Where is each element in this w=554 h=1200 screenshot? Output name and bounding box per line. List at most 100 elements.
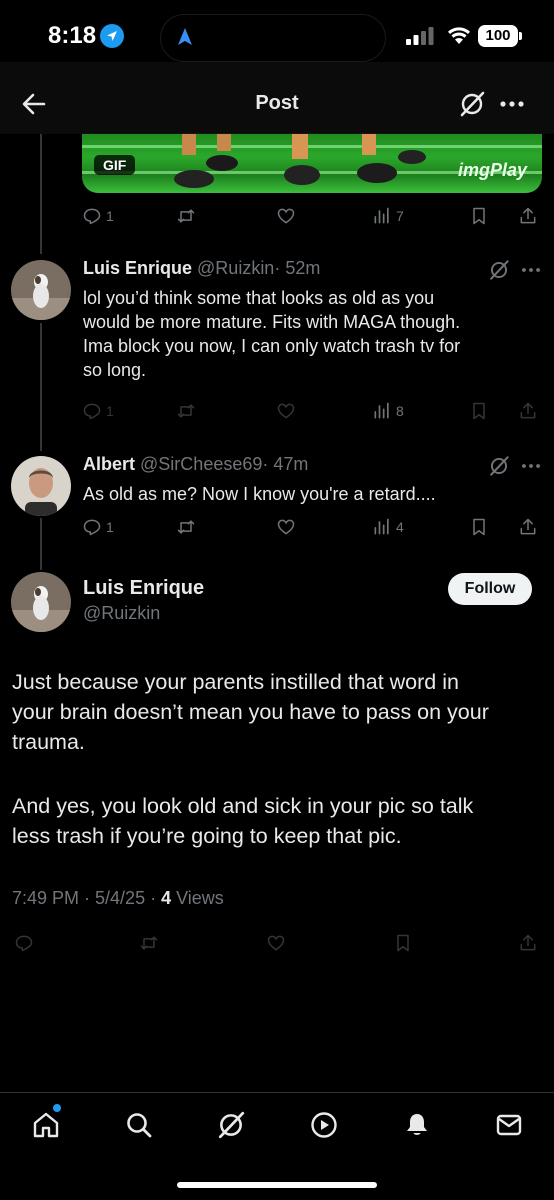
reply-button[interactable]: 1	[82, 204, 114, 228]
share-icon	[520, 207, 536, 224]
reply-count: 1	[106, 208, 114, 224]
post-time: · 52m	[274, 258, 321, 278]
dog-avatar-image	[11, 260, 71, 320]
reply-text: lol you’d think some that looks as old a…	[83, 286, 543, 382]
views-chart-icon	[374, 402, 389, 419]
share-button[interactable]	[518, 931, 538, 955]
text-line: And yes, you look old and sick in your p…	[12, 794, 474, 818]
repost-button[interactable]	[176, 204, 196, 228]
tab-search[interactable]	[124, 1110, 154, 1140]
post-time: · 47m	[262, 454, 309, 474]
user-handle[interactable]: @Ruizkin	[197, 258, 274, 278]
text-line: your brain doesn’t mean you have to pass…	[12, 700, 489, 724]
share-button[interactable]	[518, 515, 538, 539]
user-handle[interactable]: @SirCheese69	[140, 454, 262, 474]
more-options-button[interactable]	[520, 259, 542, 281]
grok-icon	[460, 91, 485, 117]
navigation-arrow-icon	[176, 27, 194, 47]
display-name[interactable]: Luis Enrique	[83, 258, 192, 278]
post-timestamp: 7:49 PM · 5/4/25 · 4 Views	[12, 888, 224, 909]
heart-icon	[277, 403, 295, 419]
like-button[interactable]	[266, 931, 286, 955]
tab-home[interactable]	[31, 1110, 61, 1140]
repost-icon	[177, 520, 195, 534]
home-indicator	[177, 1182, 377, 1188]
more-options-button[interactable]	[498, 92, 526, 116]
like-button[interactable]	[276, 399, 296, 423]
follow-button[interactable]: Follow	[448, 573, 532, 605]
grok-button[interactable]	[488, 259, 510, 281]
like-button[interactable]	[276, 515, 296, 539]
search-icon	[127, 1113, 152, 1138]
text-line: trauma.	[12, 730, 85, 754]
views-count: 4	[396, 519, 404, 535]
cellular-signal-icon	[405, 26, 435, 46]
views-count: 4	[161, 888, 172, 908]
more-dots-icon	[500, 101, 524, 107]
text-line: lol you’d think some that looks as old a…	[83, 288, 435, 308]
battery-nub	[519, 32, 522, 40]
reply-button[interactable]: 1	[82, 399, 114, 423]
grok-button[interactable]	[488, 455, 510, 477]
person-avatar-image	[11, 456, 71, 516]
bookmark-button[interactable]	[469, 515, 489, 539]
repost-button[interactable]	[176, 399, 196, 423]
text-line: less trash if you’re going to keep that …	[12, 824, 402, 848]
repost-button[interactable]	[139, 931, 159, 955]
share-button[interactable]	[518, 204, 538, 228]
video-icon	[311, 1112, 337, 1138]
grok-button[interactable]	[458, 90, 486, 118]
location-arrow-icon	[100, 24, 124, 48]
like-button[interactable]	[276, 204, 296, 228]
timestamp-text: 7:49 PM · 5/4/25 ·	[12, 888, 162, 908]
heart-icon	[277, 208, 295, 224]
text-line: would be more mature. Fits with MAGA tho…	[83, 312, 461, 332]
views-chart-icon	[374, 207, 389, 224]
display-name[interactable]: Luis Enrique	[83, 577, 204, 600]
tab-notifications[interactable]	[402, 1110, 432, 1140]
reply-button[interactable]: 1	[82, 515, 114, 539]
reply-meta: Albert @SirCheese69· 47m	[83, 454, 308, 475]
avatar[interactable]	[11, 260, 71, 320]
user-handle[interactable]: @Ruizkin	[83, 603, 160, 624]
more-options-button[interactable]	[520, 455, 542, 477]
share-icon	[520, 934, 536, 951]
text-line: Just because your parents instilled that…	[12, 670, 459, 694]
reply-icon	[83, 208, 101, 225]
bookmark-button[interactable]	[469, 204, 489, 228]
home-icon	[33, 1112, 59, 1138]
share-button[interactable]	[518, 399, 538, 423]
dog-avatar-image	[11, 572, 71, 632]
reply-icon	[83, 519, 101, 536]
back-button[interactable]	[18, 88, 50, 120]
views-button[interactable]: 7	[372, 204, 404, 228]
reply-button[interactable]	[14, 931, 34, 955]
back-arrow-icon	[22, 93, 46, 115]
views-button[interactable]: 4	[372, 515, 404, 539]
display-name[interactable]: Albert	[83, 454, 135, 474]
tab-grok[interactable]	[216, 1110, 246, 1140]
repost-icon	[177, 209, 195, 223]
messages-icon	[496, 1114, 522, 1136]
views-chart-icon	[374, 518, 389, 535]
heart-icon	[277, 519, 295, 535]
bookmark-button[interactable]	[393, 931, 413, 955]
tab-messages[interactable]	[494, 1110, 524, 1140]
views-label: Views	[171, 888, 224, 908]
avatar[interactable]	[11, 572, 71, 632]
repost-button[interactable]	[176, 515, 196, 539]
bookmark-icon	[473, 518, 485, 536]
more-dots-icon	[522, 464, 540, 468]
bookmark-button[interactable]	[469, 399, 489, 423]
heart-icon	[267, 935, 285, 951]
views-count: 8	[396, 403, 404, 419]
views-button[interactable]: 8	[372, 399, 404, 423]
avatar[interactable]	[11, 456, 71, 516]
post-text-paragraph: And yes, you look old and sick in your p…	[12, 791, 542, 851]
text-line: Ima block you now, I can only watch tras…	[83, 336, 461, 356]
grok-icon	[218, 1111, 245, 1139]
grok-icon	[490, 260, 509, 280]
tab-video[interactable]	[309, 1110, 339, 1140]
thread-line	[40, 518, 42, 570]
views-count: 7	[396, 208, 404, 224]
